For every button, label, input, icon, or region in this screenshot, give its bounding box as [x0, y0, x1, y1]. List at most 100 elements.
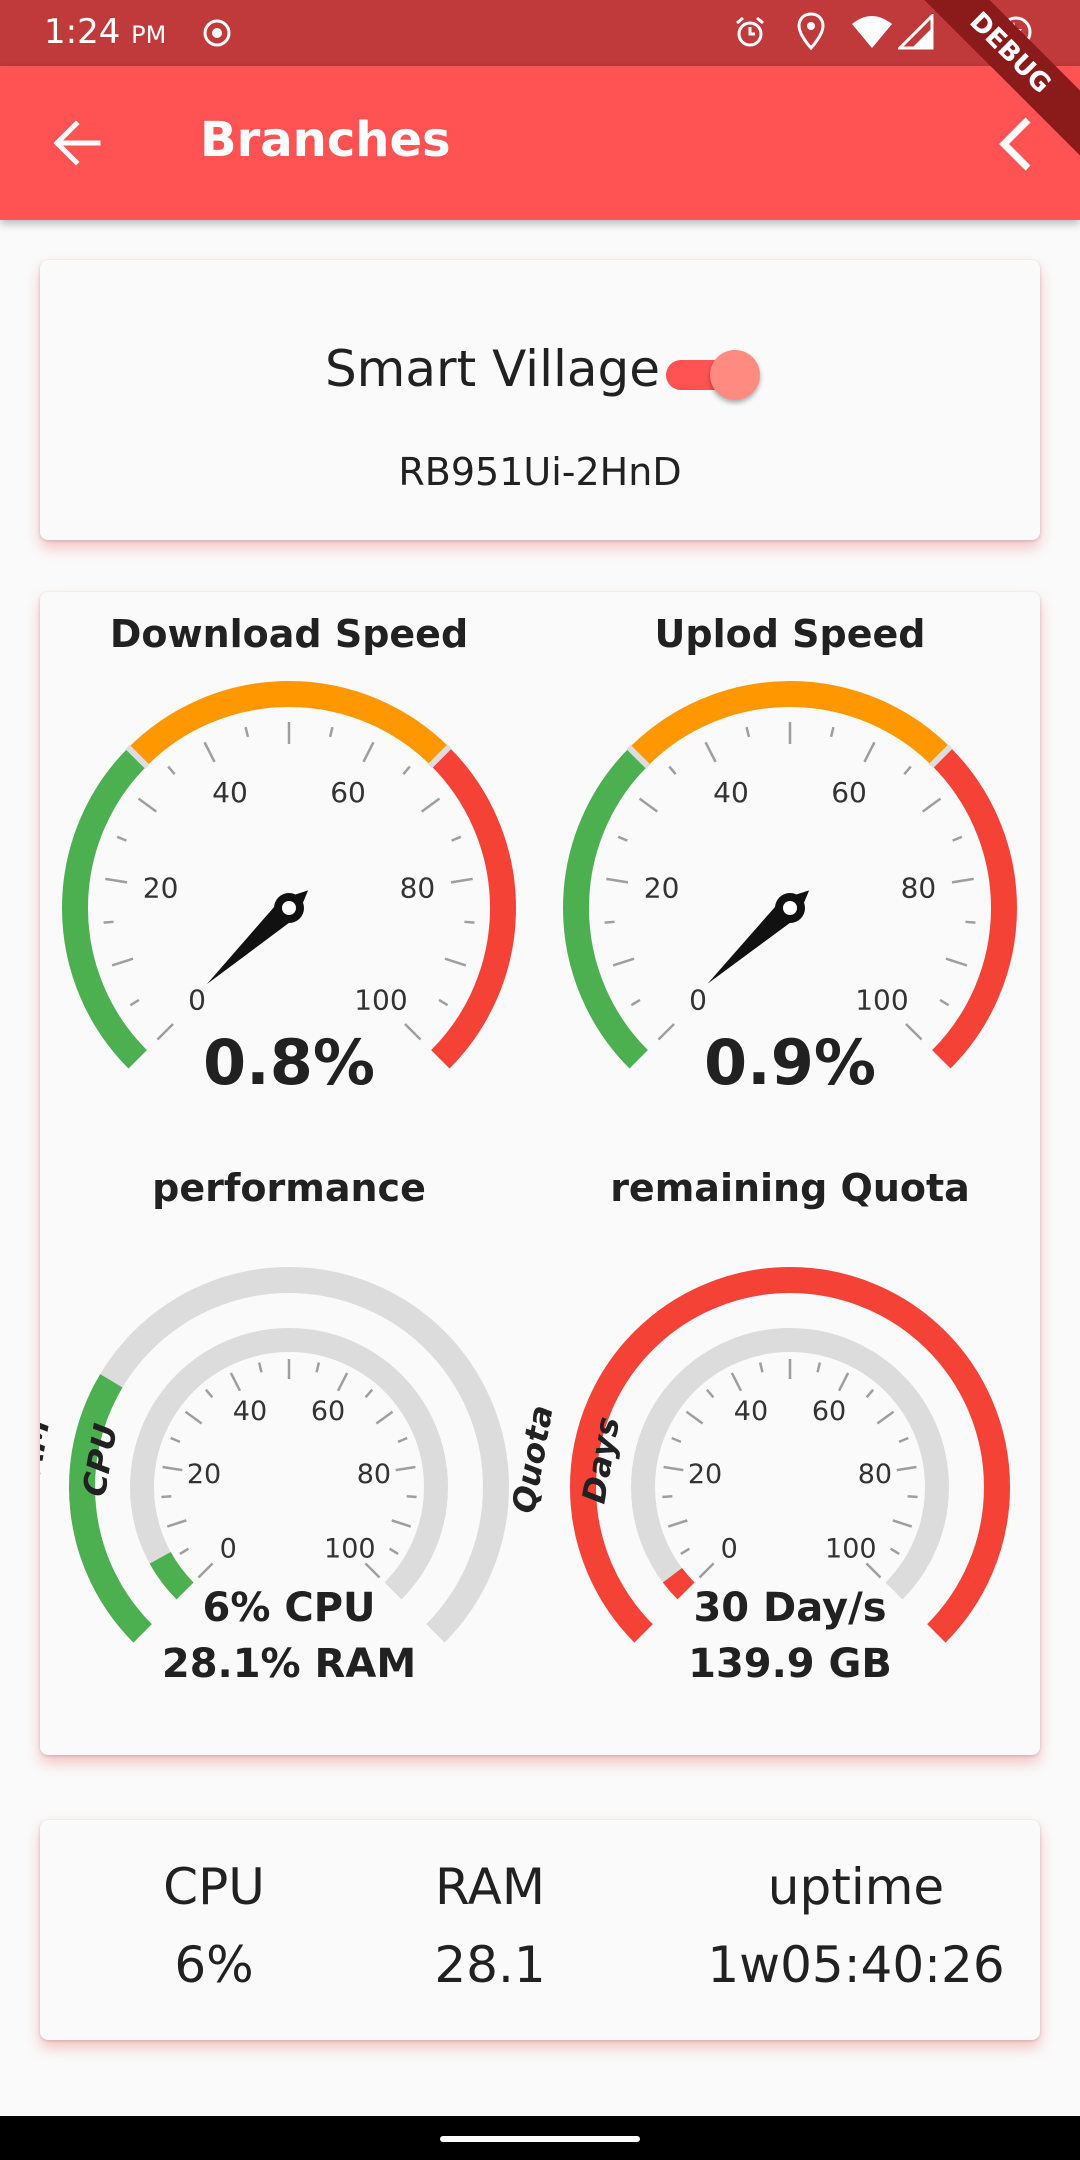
performance-gauge-tick: [375, 1410, 394, 1425]
download-gauge-tick-label: 100: [354, 984, 407, 1017]
download-gauge-tick: [438, 998, 449, 1007]
status-time: 1:24 PM: [44, 12, 166, 52]
performance-gauge-tick: [315, 1362, 321, 1373]
upload-gauge-tick-label: 80: [901, 871, 937, 904]
branch-name: Smart Village: [324, 340, 660, 398]
performance-gauge-tick: [170, 1436, 181, 1443]
upload-gauge-tick: [617, 835, 628, 842]
performance-gauge-tick: [257, 1362, 263, 1373]
upload-gauge-tick-label: 40: [713, 776, 749, 809]
performance-gauge-tick: [161, 1495, 172, 1499]
download-gauge-green-band: [62, 747, 147, 1069]
upload-gauge-tick: [612, 957, 635, 967]
download-gauge-tick: [450, 877, 473, 884]
performance-gauge-tick: [229, 1372, 242, 1392]
quota-gauge-tick-label: 20: [688, 1459, 722, 1490]
branch-model: RB951Ui-2HnD: [398, 450, 682, 494]
download-gauge-tick: [328, 726, 334, 738]
quota-gauge-tick-label: 100: [825, 1533, 877, 1564]
branch-toggle[interactable]: [662, 350, 762, 400]
quota-gauge-tick: [667, 1519, 688, 1528]
download-gauge-tick-label: 40: [212, 776, 248, 809]
performance-gauge-tick-label: 100: [324, 1533, 376, 1564]
signal-icon: [898, 14, 934, 50]
performance-gauge-tick: [395, 1465, 416, 1472]
upload-gauge-red-band: [931, 746, 1017, 1069]
quota-gauge-tick-label: 60: [812, 1396, 846, 1427]
quota-gauge-tick: [698, 1562, 715, 1579]
home-handle[interactable]: [440, 2136, 640, 2142]
download-gauge-tick: [103, 920, 114, 924]
quota-gauge-tick: [898, 1436, 909, 1443]
location-icon: [797, 12, 825, 51]
upload-gauge-tick: [863, 741, 876, 763]
quota-gauge-tick: [889, 1547, 900, 1555]
quota-gauge-tick-label: 0: [721, 1533, 738, 1564]
download-gauge-tick: [137, 797, 158, 813]
performance-gauge-tick-label: 40: [233, 1396, 267, 1427]
upload-gauge-tick-label: 60: [831, 776, 867, 809]
performance-gauge-tick: [204, 1388, 214, 1399]
download-gauge-tick: [244, 726, 250, 738]
upload-gauge-value: 0.9%: [704, 1026, 876, 1099]
upload-gauge-tick: [945, 957, 968, 967]
performance-gauge-tick: [162, 1465, 183, 1472]
quota-gauge-tick: [662, 1495, 673, 1499]
quota-gauge-tick: [837, 1372, 850, 1392]
performance-gauge-inner-fill: [149, 1551, 194, 1600]
upload-gauge-tick: [657, 1023, 675, 1041]
upload-gauge-tick: [903, 765, 912, 775]
upload-gauge-green-band: [563, 747, 648, 1069]
quota-gauge-tick: [663, 1465, 684, 1472]
ram-stat-label: RAM: [434, 1858, 546, 1916]
download-gauge-tick: [129, 998, 140, 1007]
upload-gauge-tick: [604, 920, 615, 924]
quota-gauge-tick-label: 40: [734, 1396, 768, 1427]
download-gauge-needle-pin: [282, 901, 296, 915]
upload-gauge-tick: [638, 797, 659, 813]
performance-gauge-tick: [364, 1562, 381, 1579]
performance-gauge-line2: 28.1% RAM: [162, 1641, 416, 1687]
upload-gauge-tick: [630, 998, 641, 1007]
performance-gauge-tick: [197, 1562, 214, 1579]
toggle-thumb: [710, 350, 760, 400]
quota-gauge-outer-label: Quota: [504, 1402, 560, 1516]
upload-gauge-tick: [606, 877, 629, 884]
performance-gauge-tick: [336, 1372, 349, 1392]
quota-gauge-tick: [730, 1372, 743, 1392]
quota-gauge-tick: [865, 1388, 875, 1399]
upload-gauge-tick-label: 20: [644, 871, 680, 904]
performance-gauge-tick-label: 80: [357, 1459, 391, 1490]
performance-gauge-line1: 6% CPU: [203, 1585, 376, 1631]
uptime-stat-value: 1w05:40:26: [707, 1936, 1005, 1994]
app-bar: Branches: [0, 66, 1080, 220]
download-gauge-tick: [156, 1023, 174, 1041]
quota-gauge-tick: [758, 1362, 764, 1373]
chevron-left-icon[interactable]: [996, 116, 1036, 172]
performance-gauge-tick: [364, 1388, 374, 1399]
gauges-canvas: 0 20 40 60 80 100 0.8% 0 20 40 60 80 100 0.9% 0 20 40 60 8…: [40, 681, 1017, 1687]
upload-gauge-tick-label: 0: [689, 984, 707, 1017]
upload-gauge-tick: [965, 920, 976, 924]
gauges-card: Download Speed Uplod Speed performance r…: [40, 592, 1040, 1755]
status-clock: 1:24: [44, 12, 121, 52]
performance-gauge-tick: [184, 1410, 203, 1425]
download-gauge-tick: [451, 835, 462, 842]
download-gauge-tick: [203, 741, 216, 763]
back-arrow-icon[interactable]: [52, 120, 102, 166]
stats-card: CPU 6% RAM 28.1 uptime 1w05:40:26: [40, 1820, 1040, 2040]
download-gauge-value: 0.8%: [203, 1026, 375, 1099]
performance-gauge-outer-label: RAM: [40, 1416, 57, 1503]
quota-gauge-tick: [816, 1362, 822, 1373]
wifi-icon: [852, 16, 892, 48]
quota-gauge-tick-label: 80: [858, 1459, 892, 1490]
quota-gauge-tick: [876, 1410, 895, 1425]
quota-gauge-inner-fill: [662, 1567, 695, 1600]
performance-gauge-tick-label: 0: [220, 1533, 237, 1564]
upload-gauge-tick: [745, 726, 751, 738]
download-gauge-tick: [167, 765, 176, 775]
download-gauge-tick: [111, 957, 134, 967]
performance-gauge-tick: [406, 1495, 417, 1499]
upload-gauge-tick: [921, 797, 942, 813]
performance-gauge-tick: [179, 1547, 190, 1555]
